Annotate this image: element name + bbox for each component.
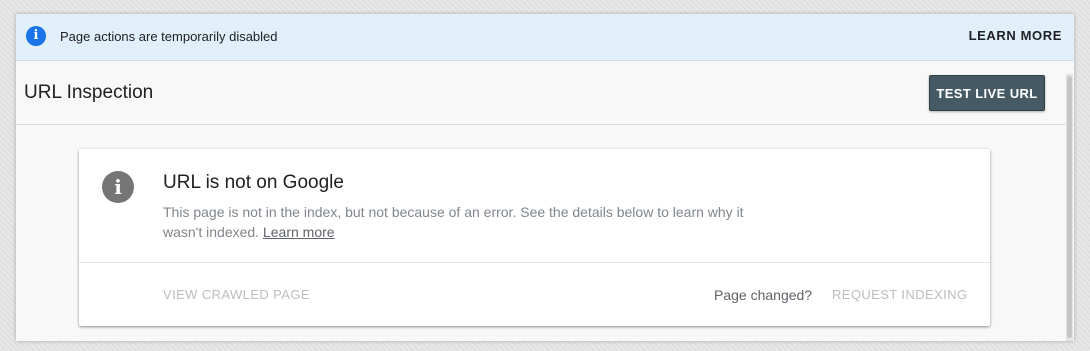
view-crawled-page-button[interactable]: VIEW CRAWLED PAGE <box>163 287 310 302</box>
disabled-actions-banner: i Page actions are temporarily disabled … <box>16 14 1074 61</box>
url-inspection-window: i Page actions are temporarily disabled … <box>16 14 1074 341</box>
inspection-status-card: i URL is not on Google This page is not … <box>79 149 990 326</box>
info-icon: i <box>102 171 134 203</box>
status-title: URL is not on Google <box>163 172 344 193</box>
request-indexing-button[interactable]: REQUEST INDEXING <box>832 287 967 302</box>
banner-learn-more-button[interactable]: LEARN MORE <box>969 28 1062 43</box>
vertical-scrollbar[interactable] <box>1066 74 1073 341</box>
test-live-url-button[interactable]: TEST LIVE URL <box>929 75 1045 111</box>
status-description: This page is not in the index, but not b… <box>163 202 763 242</box>
page-title: URL Inspection <box>24 82 154 103</box>
status-description-text: This page is not in the index, but not b… <box>163 204 744 240</box>
card-divider <box>79 262 990 263</box>
learn-more-link[interactable]: Learn more <box>263 224 335 240</box>
page-header: URL Inspection TEST LIVE URL <box>16 61 1074 125</box>
page-changed-label: Page changed? <box>714 287 813 303</box>
info-icon: i <box>26 26 46 46</box>
scrollbar-thumb[interactable] <box>1067 76 1072 338</box>
banner-message: Page actions are temporarily disabled <box>60 29 278 44</box>
